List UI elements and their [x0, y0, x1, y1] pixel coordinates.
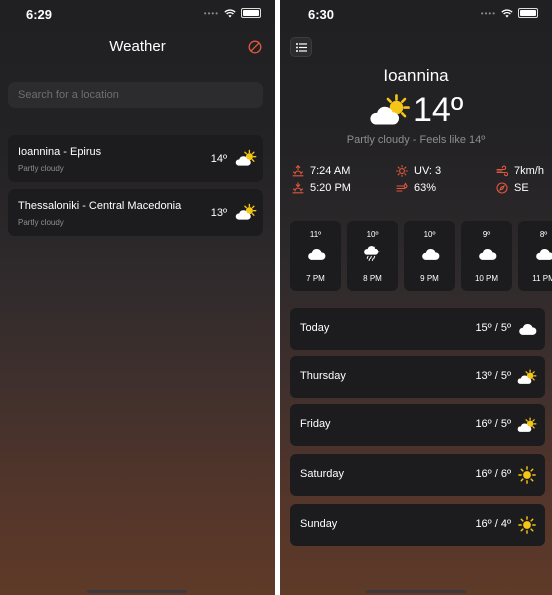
wifi-icon: [501, 8, 513, 17]
hourly-temp: 11º: [309, 230, 322, 239]
status-icons: ••••: [481, 8, 538, 18]
day-name: Thursday: [300, 370, 346, 382]
uv-stat: UV: 3: [396, 165, 441, 177]
city-name: Ioannina: [383, 66, 449, 85]
hourly-time: 9 PM: [420, 274, 439, 283]
daily-row[interactable]: Saturday 16º / 6º: [290, 454, 545, 496]
day-temp-range: 15º / 5º: [475, 322, 511, 334]
battery-icon: [241, 8, 261, 18]
location-temp: 13º: [210, 207, 227, 219]
prohibit-icon[interactable]: [248, 40, 262, 54]
daily-row[interactable]: Friday 16º / 5º: [290, 404, 545, 446]
sunset-value: 5:20 PM: [310, 182, 351, 194]
daily-row[interactable]: Today 15º / 5º: [290, 308, 545, 350]
wifi-icon: [224, 8, 236, 17]
day-temp-range: 13º / 5º: [475, 370, 511, 382]
daily-row[interactable]: Thursday 13º / 5º: [290, 356, 545, 398]
partly-cloudy-icon: [369, 93, 411, 127]
list-icon: [296, 43, 307, 52]
status-bar: 6:29 ••••: [0, 0, 275, 28]
list-menu-button[interactable]: [290, 37, 312, 57]
sunset-stat: 5:20 PM: [292, 182, 351, 194]
cloud-icon: [534, 246, 552, 262]
cloud-icon: [517, 322, 537, 336]
partly-cloudy-icon: [517, 368, 537, 386]
condition-description: Partly cloudy - Feels like 14º: [346, 134, 486, 146]
status-time: 6:30: [308, 7, 335, 22]
day-name: Friday: [300, 418, 331, 430]
home-indicator: [87, 590, 187, 593]
cloud-moon-rain-icon: [363, 243, 383, 263]
hourly-temp: 8º: [539, 230, 548, 239]
partly-cloudy-icon: [235, 149, 257, 167]
partly-cloudy-icon: [517, 416, 537, 434]
page-title: Weather: [109, 38, 166, 55]
weather-detail-screen: 6:30 •••• Ioannina 14º Partly cloudy - F…: [280, 0, 552, 595]
hourly-card: 11º 7 PM: [290, 221, 341, 291]
location-condition: Partly cloudy: [18, 164, 64, 173]
day-temp-range: 16º / 4º: [475, 518, 511, 530]
status-bar: 6:30 ••••: [280, 0, 552, 28]
sun-icon: [517, 516, 537, 534]
hourly-temp: 10º: [423, 230, 436, 239]
wind-direction-value: SE: [514, 182, 529, 194]
wind-icon: [496, 165, 508, 177]
wind-speed-value: 7km/h: [514, 165, 544, 177]
wind-direction-stat: SE: [496, 182, 529, 194]
day-temp-range: 16º / 5º: [475, 418, 511, 430]
search-field[interactable]: [8, 82, 263, 108]
hourly-card: 9º 10 PM: [461, 221, 512, 291]
current-temp: 14º: [413, 91, 464, 129]
location-name: Thessaloniki - Central Macedonia: [18, 200, 182, 212]
sunrise-icon: [292, 165, 304, 177]
compass-icon: [496, 182, 508, 194]
location-condition: Partly cloudy: [18, 218, 64, 227]
hourly-time: 10 PM: [474, 274, 499, 283]
status-icons: ••••: [204, 8, 261, 18]
battery-icon: [518, 8, 538, 18]
humidity-icon: [396, 182, 408, 192]
location-name: Ioannina - Epirus: [18, 146, 102, 158]
location-card[interactable]: Ioannina - Epirus Partly cloudy 14º: [8, 135, 263, 182]
location-list-screen: 6:29 •••• Weather Ioannina - Epirus Part…: [0, 0, 275, 595]
hourly-time: 7 PM: [306, 274, 325, 283]
sunrise-stat: 7:24 AM: [292, 165, 350, 177]
location-card[interactable]: Thessaloniki - Central Macedonia Partly …: [8, 189, 263, 236]
cloud-icon: [306, 246, 326, 262]
status-time: 6:29: [26, 7, 53, 22]
wind-speed-stat: 7km/h: [496, 165, 544, 177]
hourly-card: 8º 11 PM: [518, 221, 552, 291]
day-name: Sunday: [300, 518, 338, 530]
signal-icon: ••••: [480, 8, 496, 18]
hourly-time: 11 PM: [532, 274, 552, 283]
day-name: Today: [300, 322, 330, 334]
home-indicator: [366, 590, 466, 593]
daily-row[interactable]: Sunday 16º / 4º: [290, 504, 545, 546]
hourly-temp: 9º: [482, 230, 491, 239]
uv-value: UV: 3: [414, 165, 442, 177]
hourly-card: 10º 9 PM: [404, 221, 455, 291]
hourly-time: 8 PM: [363, 274, 382, 283]
partly-cloudy-icon: [235, 203, 257, 221]
cloud-icon: [420, 246, 440, 262]
uv-sun-icon: [396, 165, 408, 177]
cloud-icon: [477, 246, 497, 262]
humidity-stat: 63%: [396, 182, 436, 194]
location-temp: 14º: [210, 153, 227, 165]
hourly-temp: 10º: [366, 230, 379, 239]
signal-icon: ••••: [203, 8, 219, 18]
day-temp-range: 16º / 6º: [475, 468, 511, 480]
sunrise-value: 7:24 AM: [310, 165, 351, 177]
hourly-card: 10º 8 PM: [347, 221, 398, 291]
sun-icon: [517, 466, 537, 484]
day-name: Saturday: [300, 468, 345, 480]
search-input[interactable]: [18, 82, 253, 108]
sunset-icon: [292, 182, 304, 194]
humidity-value: 63%: [414, 182, 437, 194]
